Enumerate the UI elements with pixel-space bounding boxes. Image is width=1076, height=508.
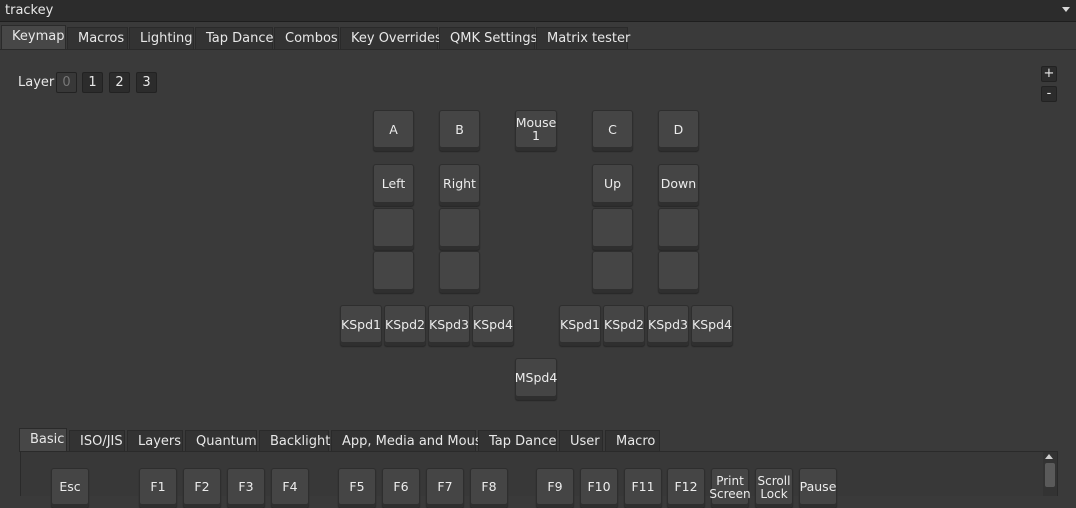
key-kspd1[interactable]: KSpd1	[559, 305, 601, 346]
layer-button-0[interactable]: 0	[56, 72, 77, 93]
tab-macros[interactable]: Macros	[67, 27, 128, 49]
key-d[interactable]: D	[658, 110, 699, 151]
keycode-print-screen[interactable]: Print Screen	[709, 468, 751, 508]
keycode-f11[interactable]: F11	[624, 468, 662, 508]
tab-basic[interactable]: Basic	[19, 428, 67, 452]
tab-iso-jis[interactable]: ISO/JIS	[69, 430, 125, 452]
key-left[interactable]: Left	[373, 164, 414, 206]
tab-combos[interactable]: Combos	[274, 27, 339, 49]
key-kspd3[interactable]: KSpd3	[647, 305, 689, 346]
key-kspd4[interactable]: KSpd4	[691, 305, 733, 346]
tab-tap-dance[interactable]: Tap Dance	[195, 27, 274, 49]
keycode-f6[interactable]: F6	[382, 468, 420, 508]
keycode-pause[interactable]: Pause	[799, 468, 837, 508]
key-empty[interactable]	[373, 251, 414, 293]
key-kspd1[interactable]: KSpd1	[340, 305, 382, 346]
key-down[interactable]: Down	[658, 164, 699, 206]
keycode-f9[interactable]: F9	[536, 468, 574, 508]
tab-user[interactable]: User	[559, 430, 603, 452]
key-mspd4[interactable]: MSpd4	[515, 358, 557, 400]
tab-macro[interactable]: Macro	[605, 430, 660, 452]
key-kspd4[interactable]: KSpd4	[472, 305, 514, 346]
key-right[interactable]: Right	[439, 164, 480, 206]
keycode-f10[interactable]: F10	[580, 468, 618, 508]
keycode-f12[interactable]: F12	[667, 468, 705, 508]
layer-button-3[interactable]: 3	[136, 72, 157, 93]
key-mouse1[interactable]: Mouse 1	[515, 110, 557, 151]
key-b[interactable]: B	[439, 110, 480, 151]
keycode-f2[interactable]: F2	[183, 468, 221, 508]
key-empty[interactable]	[592, 208, 633, 250]
keycode-f3[interactable]: F3	[227, 468, 265, 508]
keycode-esc[interactable]: Esc	[51, 468, 89, 508]
dropdown-arrow-icon[interactable]	[1062, 7, 1070, 12]
key-kspd3[interactable]: KSpd3	[428, 305, 470, 346]
key-empty[interactable]	[439, 208, 480, 250]
key-empty[interactable]	[592, 251, 633, 293]
key-kspd2[interactable]: KSpd2	[603, 305, 645, 346]
tab-lighting[interactable]: Lighting	[129, 27, 194, 49]
tab-tap-dance-keys[interactable]: Tap Dance	[478, 430, 557, 452]
keycode-f4[interactable]: F4	[271, 468, 309, 508]
keycode-f1[interactable]: F1	[139, 468, 177, 508]
key-empty[interactable]	[658, 208, 699, 250]
tab-key-overrides[interactable]: Key Overrides	[340, 27, 442, 49]
tab-app-media-mouse[interactable]: App, Media and Mouse	[331, 430, 490, 452]
tab-keymap[interactable]: Keymap	[1, 25, 66, 49]
device-selector[interactable]: trackey	[0, 0, 1076, 22]
keycode-tab-bar: Basic ISO/JIS Layers Quantum Backlight A…	[18, 428, 1076, 452]
tab-qmk-settings[interactable]: QMK Settings	[439, 27, 537, 49]
zoom-in-button[interactable]: +	[1041, 66, 1057, 82]
scrollbar-thumb[interactable]	[1045, 463, 1055, 487]
key-up[interactable]: Up	[592, 164, 633, 206]
key-kspd2[interactable]: KSpd2	[384, 305, 426, 346]
keycode-scroll-lock[interactable]: Scroll Lock	[755, 468, 793, 508]
device-selector-value: trackey	[5, 3, 54, 18]
layer-label: Layer	[18, 75, 55, 90]
layer-button-1[interactable]: 1	[82, 72, 103, 93]
key-empty[interactable]	[439, 251, 480, 293]
keycode-f7[interactable]: F7	[426, 468, 464, 508]
tab-layers[interactable]: Layers	[127, 430, 183, 452]
layer-button-2[interactable]: 2	[109, 72, 130, 93]
tab-divider	[0, 49, 1076, 50]
key-c[interactable]: C	[592, 110, 633, 151]
keycode-f8[interactable]: F8	[470, 468, 508, 508]
zoom-out-button[interactable]: -	[1041, 86, 1057, 102]
main-tab-bar: Keymap Macros Lighting Tap Dance Combos …	[0, 25, 1076, 49]
tab-backlight[interactable]: Backlight	[259, 430, 330, 452]
key-a[interactable]: A	[373, 110, 414, 151]
tab-matrix-tester[interactable]: Matrix tester	[536, 27, 630, 49]
key-empty[interactable]	[658, 251, 699, 293]
keycode-f5[interactable]: F5	[338, 468, 376, 508]
tab-quantum[interactable]: Quantum	[185, 430, 257, 452]
scroll-up-arrow-icon[interactable]	[1045, 454, 1053, 459]
key-empty[interactable]	[373, 208, 414, 250]
